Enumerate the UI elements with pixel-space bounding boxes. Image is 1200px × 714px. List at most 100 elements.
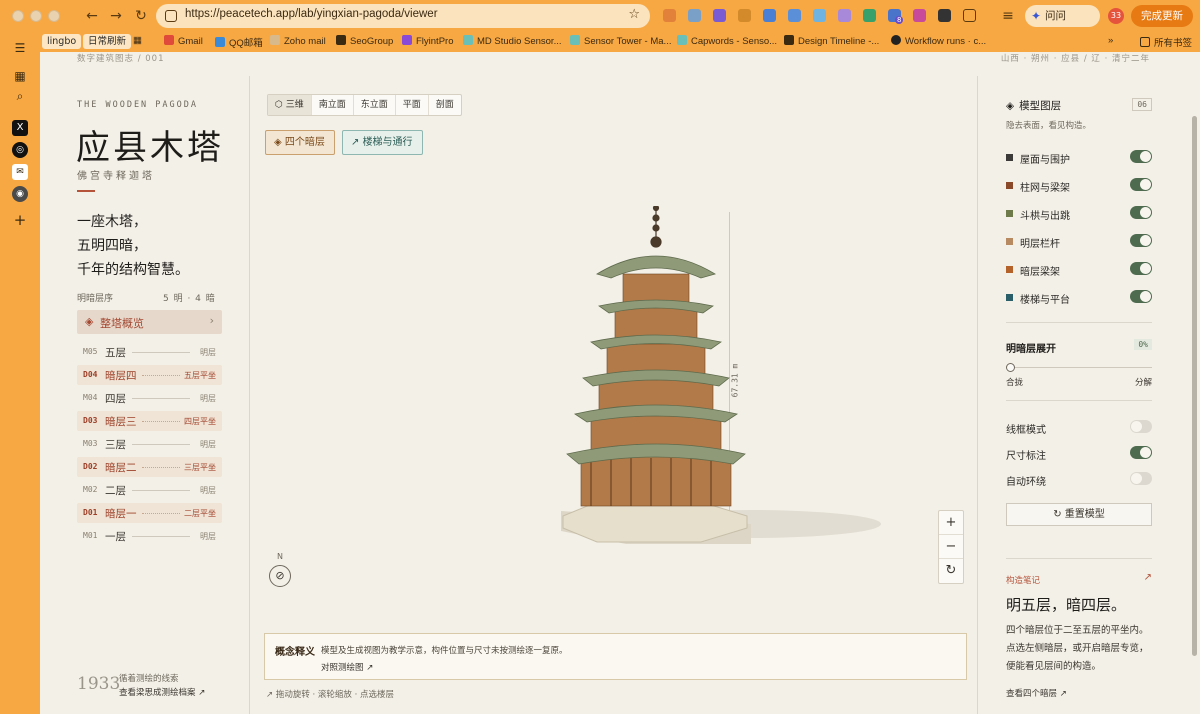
dimensions-toggle[interactable] bbox=[1130, 446, 1152, 459]
floor-item-m03[interactable]: M03 三层 明层 bbox=[77, 434, 222, 454]
extensions-puzzle-icon[interactable] bbox=[963, 9, 976, 22]
bookmark-workflow-runs[interactable]: Workflow runs · c... bbox=[891, 35, 986, 47]
model-viewer[interactable]: ⬡ 三维 南立面 东立面 平面 剖面 ◈ 四个暗层 ↗ 楼梯与通行 67.31 … bbox=[251, 76, 977, 714]
bookmark-design-timeline[interactable]: Design Timeline -... bbox=[784, 35, 879, 47]
forward-icon[interactable]: → bbox=[106, 7, 126, 25]
bookmark-qqmail[interactable]: QQ邮箱 bbox=[215, 35, 263, 49]
search-tabs-icon[interactable]: ⌕ bbox=[12, 88, 28, 104]
extension-tp-icon[interactable] bbox=[763, 9, 776, 22]
extension-translate-icon[interactable] bbox=[788, 9, 801, 22]
apps-grid-icon[interactable]: ▦ bbox=[12, 68, 28, 84]
bookmark-gmail[interactable]: Gmail bbox=[164, 35, 203, 47]
mail-app-icon[interactable]: ✉ bbox=[12, 164, 28, 180]
openai-app-icon[interactable]: ◎ bbox=[12, 142, 28, 158]
view-section-tab[interactable]: 剖面 bbox=[429, 95, 461, 115]
layer-toggle[interactable] bbox=[1130, 234, 1152, 247]
bookmark-zoho[interactable]: Zoho mail bbox=[270, 35, 326, 47]
extension-chat-icon[interactable] bbox=[688, 9, 701, 22]
layer-toggle[interactable] bbox=[1130, 150, 1152, 163]
layer-row-roof: 屋面与围护 bbox=[1006, 150, 1152, 166]
reading-list-icon[interactable]: ≡ bbox=[998, 7, 1018, 25]
side-panel-icon[interactable]: ☰ bbox=[12, 40, 28, 56]
scrollbar-thumb[interactable] bbox=[1192, 116, 1197, 656]
extension-record-icon[interactable] bbox=[913, 9, 926, 22]
bookmark-label: Design Timeline -... bbox=[798, 36, 880, 47]
flyintpro-icon bbox=[402, 35, 412, 45]
slider-min-label: 合拢 bbox=[1006, 378, 1024, 388]
zoom-window-button[interactable] bbox=[48, 10, 60, 22]
address-bar[interactable]: https://peacetech.app/lab/yingxian-pagod… bbox=[156, 4, 650, 28]
profile-avatar[interactable]: 33 bbox=[1108, 8, 1124, 24]
close-window-button[interactable] bbox=[12, 10, 24, 22]
floor-item-d01[interactable]: D01 暗层一 二层平坐 bbox=[77, 503, 222, 523]
extension-wifi-icon[interactable] bbox=[813, 9, 826, 22]
extension-link-icon[interactable] bbox=[738, 9, 751, 22]
bookmark-folder-daily[interactable]: 日常刷新 bbox=[83, 34, 132, 49]
floor-name: 暗层三 bbox=[105, 416, 137, 428]
extension-cloud-icon[interactable] bbox=[838, 9, 851, 22]
layer-toggle[interactable] bbox=[1130, 290, 1152, 303]
apps-icon[interactable]: ▦ bbox=[133, 35, 142, 46]
layers-count-badge: 06 bbox=[1132, 98, 1152, 111]
view-plan-tab[interactable]: 平面 bbox=[396, 95, 429, 115]
globe-app-icon[interactable]: ◉ bbox=[12, 186, 28, 202]
back-icon[interactable]: ← bbox=[82, 7, 102, 25]
all-bookmarks[interactable]: 所有书签 bbox=[1140, 35, 1192, 49]
extension-grammar-icon[interactable] bbox=[863, 9, 876, 22]
zoom-out-button[interactable]: − bbox=[939, 535, 963, 559]
view-east-elevation-tab[interactable]: 东立面 bbox=[354, 95, 396, 115]
bookmark-seogroup[interactable]: SeoGroup bbox=[336, 35, 393, 47]
bookmark-md-studio[interactable]: MD Studio Sensor... bbox=[463, 35, 561, 47]
archive-link[interactable]: 查看梁思成测绘档案 ↗ bbox=[119, 686, 205, 698]
x-app-icon[interactable]: X bbox=[12, 120, 28, 136]
page-scrollbar[interactable] bbox=[1192, 116, 1198, 656]
page-subtitle: 佛宫寺释迦塔 bbox=[77, 171, 155, 182]
view-dark-floors-link[interactable]: 查看四个暗层 ↗ bbox=[1006, 687, 1067, 699]
view-south-elevation-tab[interactable]: 南立面 bbox=[312, 95, 354, 115]
zoom-in-button[interactable]: + bbox=[939, 511, 963, 535]
reset-model-button[interactable]: ↻ 重置模型 bbox=[1006, 503, 1152, 526]
reload-icon[interactable]: ↻ bbox=[131, 7, 151, 25]
layer-toggle[interactable] bbox=[1130, 178, 1152, 191]
floor-item-m01[interactable]: M01 一层 明层 bbox=[77, 526, 222, 546]
site-info-icon[interactable] bbox=[165, 10, 177, 22]
floor-tag: 三层平坐 bbox=[184, 463, 216, 472]
update-button[interactable]: 完成更新 bbox=[1131, 5, 1193, 27]
floor-leader-line bbox=[142, 421, 180, 422]
floor-item-d04[interactable]: D04 暗层四 五层平坐 bbox=[77, 365, 222, 385]
add-app-icon[interactable]: + bbox=[12, 212, 28, 228]
bookmark-capwords[interactable]: Capwords - Senso... bbox=[677, 35, 777, 47]
bookmark-star-icon[interactable]: ☆ bbox=[628, 7, 640, 22]
pagoda-model[interactable] bbox=[501, 206, 881, 556]
extension-ai-icon[interactable] bbox=[938, 9, 951, 22]
expand-slider-handle[interactable] bbox=[1006, 363, 1015, 372]
minimize-window-button[interactable] bbox=[30, 10, 42, 22]
autorotate-toggle[interactable] bbox=[1130, 472, 1152, 485]
bookmark-flyintpro[interactable]: FlyintPro bbox=[402, 35, 453, 47]
floor-item-m05[interactable]: M05 五层 明层 bbox=[77, 342, 222, 362]
floor-item-m02[interactable]: M02 二层 明层 bbox=[77, 480, 222, 500]
view-3d-tab[interactable]: ⬡ 三维 bbox=[268, 95, 312, 115]
extension-app-icon[interactable] bbox=[713, 9, 726, 22]
overview-button[interactable]: ◈ 整塔概览 › bbox=[77, 310, 222, 334]
layer-toggle[interactable] bbox=[1130, 206, 1152, 219]
reset-view-icon[interactable]: ↻ bbox=[939, 559, 963, 583]
bookmark-folder-lingbo[interactable]: lingbo bbox=[42, 34, 82, 49]
compass-icon[interactable]: ⊘ bbox=[269, 565, 291, 587]
dark-floors-chip[interactable]: ◈ 四个暗层 bbox=[265, 130, 335, 155]
floor-leader-line bbox=[132, 536, 190, 537]
compare-survey-link[interactable]: 对照测绘图 ↗ bbox=[321, 661, 373, 673]
bookmark-sensor-tower[interactable]: Sensor Tower - Ma... bbox=[570, 35, 671, 47]
extension-fox-icon[interactable] bbox=[663, 9, 676, 22]
layer-toggle[interactable] bbox=[1130, 262, 1152, 275]
expand-slider-track[interactable] bbox=[1006, 367, 1152, 368]
url-text[interactable]: https://peacetech.app/lab/yingxian-pagod… bbox=[185, 8, 438, 20]
floor-item-m04[interactable]: M04 四层 明层 bbox=[77, 388, 222, 408]
stairs-chip[interactable]: ↗ 楼梯与通行 bbox=[342, 130, 423, 155]
gemini-button[interactable]: ✦ 问问 Gemini bbox=[1025, 5, 1100, 44]
floor-item-d02[interactable]: D02 暗层二 三层平坐 bbox=[77, 457, 222, 477]
arrow-up-right-icon[interactable]: ↗ bbox=[1144, 572, 1152, 583]
wireframe-toggle[interactable] bbox=[1130, 420, 1152, 433]
bookmarks-overflow-button[interactable]: » bbox=[1108, 35, 1113, 46]
floor-item-d03[interactable]: D03 暗层三 四层平坐 bbox=[77, 411, 222, 431]
